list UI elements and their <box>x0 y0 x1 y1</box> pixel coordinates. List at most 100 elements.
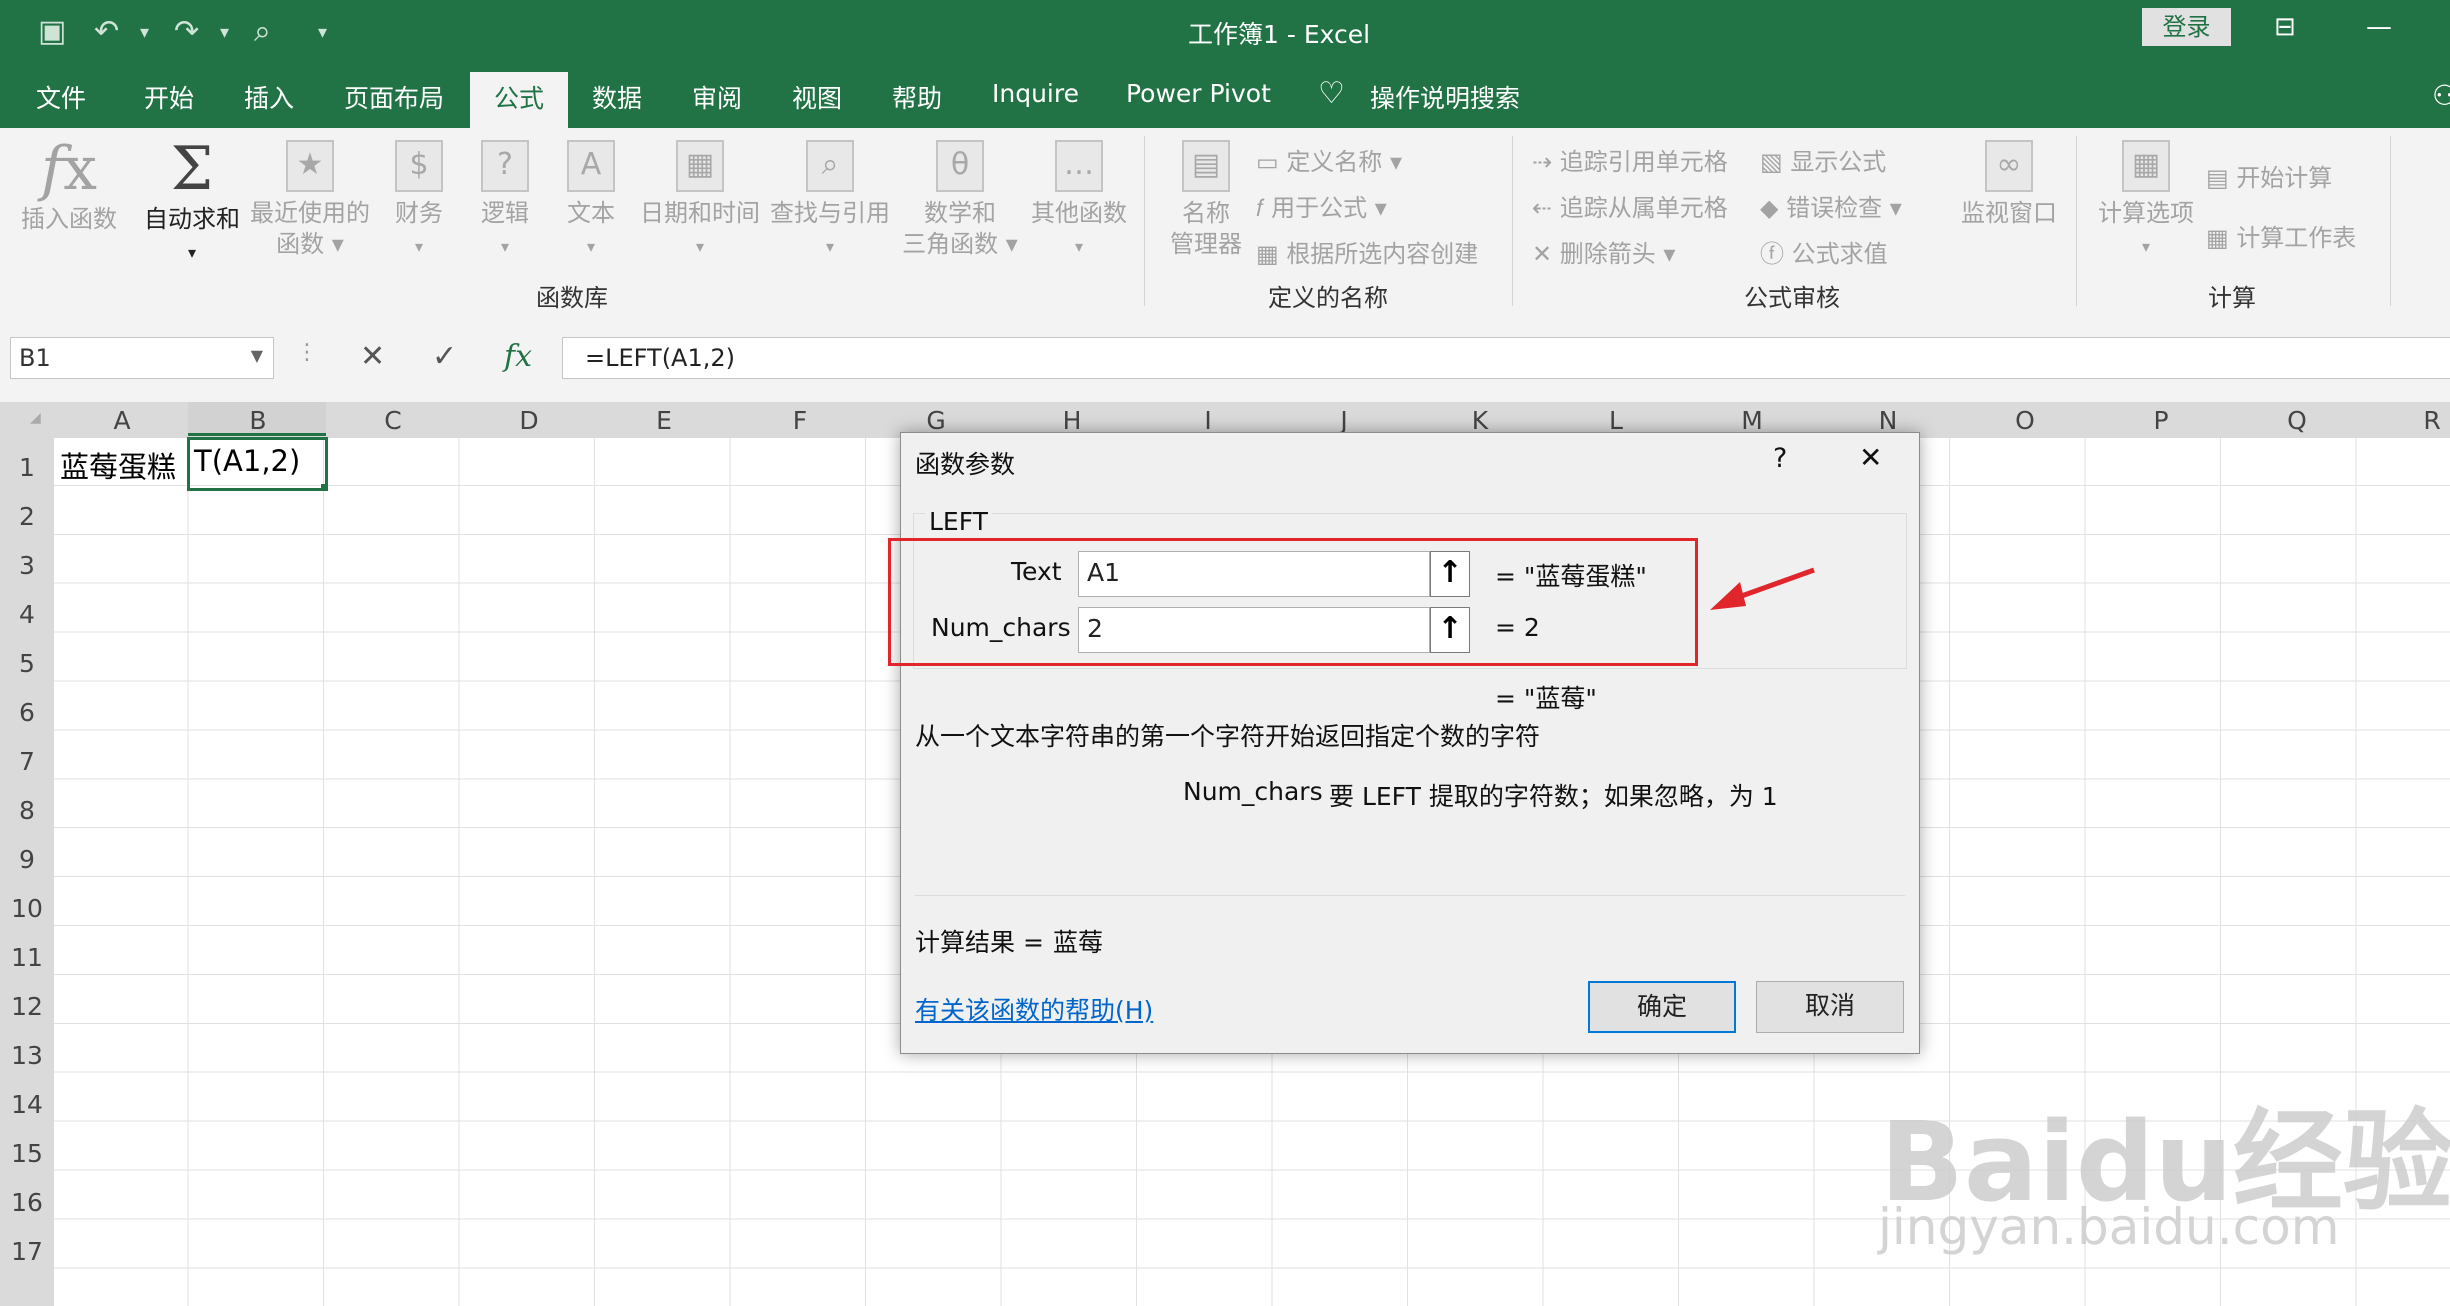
tell-me-search[interactable]: 操作说明搜索 <box>1370 79 1520 115</box>
math-trig-button[interactable]: θ 数学和 三角函数 ▾ <box>898 140 1022 260</box>
column-header-i[interactable]: I <box>1178 406 1238 435</box>
name-box-dropdown-icon[interactable]: ▼ <box>251 346 263 365</box>
redo-icon[interactable]: ↷ <box>174 14 199 49</box>
recently-used-button[interactable]: ★ 最近使用的 函数 ▾ <box>248 140 372 260</box>
row-header[interactable]: 6 <box>0 698 54 727</box>
column-header-p[interactable]: P <box>2131 406 2191 435</box>
row-header[interactable]: 12 <box>0 992 54 1021</box>
column-header-l[interactable]: L <box>1586 406 1646 435</box>
text-button[interactable]: A 文本 ▾ <box>554 140 628 262</box>
lookup-button[interactable]: ⌕ 查找与引用 ▾ <box>768 140 892 262</box>
tab-insert[interactable]: 插入 <box>244 79 294 115</box>
login-button[interactable]: 登录 <box>2142 8 2231 46</box>
tab-data[interactable]: 数据 <box>592 79 642 115</box>
row-header[interactable]: 2 <box>0 502 54 531</box>
trace-dependents-button[interactable]: ⇠ 追踪从属单元格 <box>1532 188 1728 223</box>
column-header-r[interactable]: R <box>2402 406 2450 435</box>
row-header[interactable]: 5 <box>0 649 54 678</box>
more-functions-button[interactable]: … 其他函数 ▾ <box>1030 140 1128 262</box>
fill-handle[interactable] <box>321 484 328 491</box>
row-header[interactable]: 14 <box>0 1090 54 1119</box>
remove-arrows-button[interactable]: ✕ 删除箭头 ▾ <box>1532 234 1675 269</box>
column-header-o[interactable]: O <box>1995 406 2055 435</box>
ok-button[interactable]: 确定 <box>1588 981 1736 1033</box>
tab-file[interactable]: 文件 <box>36 79 86 115</box>
use-in-formula-button[interactable]: 𝑓 用于公式 ▾ <box>1256 188 1387 223</box>
row-header[interactable]: 16 <box>0 1188 54 1217</box>
column-header-k[interactable]: K <box>1450 406 1510 435</box>
enter-formula-icon[interactable]: ✓ <box>432 339 457 374</box>
row-header[interactable]: 17 <box>0 1237 54 1266</box>
redo-dropdown-icon[interactable]: ▾ <box>220 22 229 43</box>
row-header[interactable]: 3 <box>0 551 54 580</box>
row-header[interactable]: 9 <box>0 845 54 874</box>
column-header-e[interactable]: E <box>634 406 694 435</box>
logical-button[interactable]: ? 逻辑 ▾ <box>468 140 542 262</box>
row-header[interactable]: 10 <box>0 894 54 923</box>
column-header-q[interactable]: Q <box>2267 406 2327 435</box>
row-header[interactable]: 4 <box>0 600 54 629</box>
customize-qat-icon[interactable]: ▾ <box>318 22 327 43</box>
cancel-button[interactable]: 取消 <box>1756 981 1904 1033</box>
watch-window-button[interactable]: ∞ 监视窗口 <box>1954 140 2064 229</box>
row-header[interactable]: 13 <box>0 1041 54 1070</box>
row-header[interactable]: 1 <box>0 453 54 482</box>
column-header-f[interactable]: F <box>770 406 830 435</box>
calc-options-button[interactable]: ▦ 计算选项 ▾ <box>2092 140 2200 262</box>
financial-button[interactable]: $ 财务 ▾ <box>382 140 456 262</box>
datetime-button[interactable]: ▦ 日期和时间 ▾ <box>638 140 762 262</box>
insert-function-fx-icon[interactable]: fx <box>504 339 532 374</box>
column-header-j[interactable]: J <box>1314 406 1374 435</box>
insert-function-button[interactable]: 𝑓x 插入函数 <box>14 136 124 235</box>
print-preview-icon[interactable]: ⌕ <box>254 14 271 49</box>
column-header-a[interactable]: A <box>92 406 152 435</box>
column-header-n[interactable]: N <box>1858 406 1918 435</box>
dialog-close-icon[interactable]: ✕ <box>1859 441 1882 474</box>
select-all-icon[interactable]: ◢ <box>30 410 41 426</box>
cell-a1[interactable]: 蓝莓蛋糕 <box>60 444 176 486</box>
user-icon[interactable]: ⚇ <box>2432 79 2450 112</box>
dialog-help-icon[interactable]: ? <box>1773 443 1787 474</box>
ribbon-display-icon[interactable]: ⊟ <box>2274 12 2296 42</box>
row-header[interactable]: 11 <box>0 943 54 972</box>
cell-b1[interactable]: T(A1,2) <box>194 444 300 478</box>
function-help-link[interactable]: 有关该函数的帮助(H) <box>915 991 1153 1027</box>
tab-power-pivot[interactable]: Power Pivot <box>1126 79 1271 108</box>
evaluate-formula-button[interactable]: ⓕ 公式求值 <box>1760 234 1888 269</box>
row-header[interactable]: 8 <box>0 796 54 825</box>
tab-formulas[interactable]: 公式 <box>470 72 569 128</box>
cancel-formula-icon[interactable]: ✕ <box>360 339 385 374</box>
calc-sheet-button[interactable]: ▦ 计算工作表 <box>2206 218 2356 253</box>
tab-view[interactable]: 视图 <box>792 79 842 115</box>
column-header-c[interactable]: C <box>363 406 423 435</box>
group-separator <box>2390 136 2391 306</box>
tab-inquire[interactable]: Inquire <box>992 79 1079 108</box>
name-box[interactable]: B1 ▼ <box>10 337 274 379</box>
minimize-icon[interactable]: — <box>2366 12 2392 42</box>
trace-precedents-button[interactable]: ⇢ 追踪引用单元格 <box>1532 142 1728 177</box>
column-header-h[interactable]: H <box>1042 406 1102 435</box>
tab-review[interactable]: 审阅 <box>692 79 742 115</box>
formula-input[interactable]: =LEFT(A1,2) <box>562 337 2450 379</box>
row-header[interactable]: 7 <box>0 747 54 776</box>
calc-now-button[interactable]: ▤ 开始计算 <box>2206 158 2332 193</box>
tab-help[interactable]: 帮助 <box>892 79 942 115</box>
magnifier-icon: ⌕ <box>806 140 854 192</box>
undo-dropdown-icon[interactable]: ▾ <box>140 22 149 43</box>
tab-page-layout[interactable]: 页面布局 <box>344 79 444 115</box>
name-manager-button[interactable]: ▤ 名称 管理器 <box>1164 140 1248 260</box>
create-from-selection-button[interactable]: ▦ 根据所选内容创建 <box>1256 234 1478 269</box>
autosum-button[interactable]: Σ 自动求和 ▾ <box>140 136 244 268</box>
save-icon[interactable]: ▣ <box>38 14 66 49</box>
column-header-b[interactable]: B <box>228 406 288 435</box>
define-name-button[interactable]: ▭ 定义名称 ▾ <box>1256 142 1402 177</box>
error-checking-button[interactable]: ◆ 错误检查 ▾ <box>1760 188 1902 223</box>
tab-home[interactable]: 开始 <box>144 79 194 115</box>
column-header-g[interactable]: G <box>906 406 966 435</box>
column-header-m[interactable]: M <box>1722 406 1782 435</box>
show-formulas-button[interactable]: ▧ 显示公式 <box>1760 142 1886 177</box>
undo-icon[interactable]: ↶ <box>94 14 119 49</box>
column-header-d[interactable]: D <box>499 406 559 435</box>
row-header[interactable]: 15 <box>0 1139 54 1168</box>
watermark-url: jingyan.baidu.com <box>1878 1198 2340 1256</box>
